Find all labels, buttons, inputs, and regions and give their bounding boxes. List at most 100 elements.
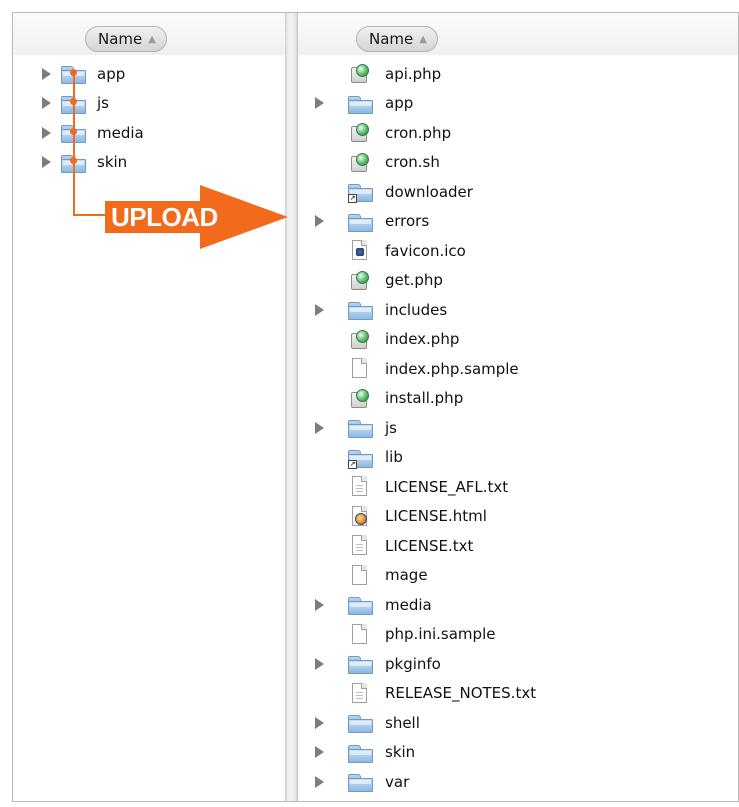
folder-icon — [347, 594, 373, 616]
file-name: media — [97, 123, 144, 142]
file-name: LICENSE_AFL.txt — [385, 477, 509, 496]
php-file-icon — [347, 152, 373, 174]
disclosure-triangle-icon[interactable] — [42, 156, 51, 169]
pane-divider[interactable] — [285, 13, 298, 801]
file-name: includes — [385, 300, 448, 319]
destination-pane: Name ▲ api.php app cron.php cron.sh ↗ downloa… — [298, 13, 738, 801]
column-header: Name ▲ — [298, 13, 738, 55]
file-row-license-txt[interactable]: LICENSE.txt — [298, 531, 738, 561]
sort-label: Name — [369, 30, 414, 48]
disclosure-triangle-icon[interactable] — [315, 716, 324, 729]
file-row-shell[interactable]: shell — [298, 708, 738, 738]
file-list: api.php app cron.php cron.sh ↗ downloader erro… — [298, 59, 738, 797]
file-name: LICENSE.html — [385, 507, 487, 526]
annotation-dot — [70, 98, 77, 105]
file-name: lib — [385, 448, 403, 467]
disclosure-triangle-icon[interactable] — [315, 598, 324, 611]
file-row-media[interactable]: media — [298, 590, 738, 620]
annotation-dot — [70, 128, 77, 135]
disclosure-triangle-icon[interactable] — [315, 215, 324, 228]
file-name: downloader — [385, 182, 473, 201]
disclosure-triangle-icon[interactable] — [315, 97, 324, 110]
file-row-release-notes-txt[interactable]: RELEASE_NOTES.txt — [298, 679, 738, 709]
text-file-icon — [347, 535, 373, 557]
file-row-mage[interactable]: mage — [298, 561, 738, 591]
file-name: get.php — [385, 271, 443, 290]
file-name: index.php.sample — [385, 359, 519, 378]
file-row-cron-sh[interactable]: cron.sh — [298, 148, 738, 178]
file-row-skin[interactable]: skin — [13, 148, 285, 178]
upload-label: UPLOAD — [111, 202, 218, 232]
file-row-js[interactable]: js — [13, 89, 285, 119]
file-row-index-php[interactable]: index.php — [298, 325, 738, 355]
folder-icon — [347, 653, 373, 675]
file-row-js[interactable]: js — [298, 413, 738, 443]
sort-ascending-icon: ▲ — [148, 33, 156, 45]
folder-icon — [347, 93, 373, 115]
php-file-icon — [347, 63, 373, 85]
disclosure-triangle-icon[interactable] — [42, 126, 51, 139]
file-name: favicon.ico — [385, 241, 466, 260]
annotation-connector-vertical — [73, 73, 75, 216]
file-row-downloader[interactable]: ↗ downloader — [298, 177, 738, 207]
file-name: app — [97, 64, 126, 83]
blank-file-icon — [347, 564, 373, 587]
disclosure-triangle-icon[interactable] — [42, 97, 51, 110]
file-name: skin — [97, 153, 128, 172]
file-row-license-afl-txt[interactable]: LICENSE_AFL.txt — [298, 472, 738, 502]
disclosure-triangle-icon[interactable] — [315, 775, 324, 788]
folder-alias-icon: ↗ — [347, 181, 373, 203]
source-pane: Name ▲ app js media skin — [13, 13, 285, 801]
file-row-media[interactable]: media — [13, 118, 285, 148]
file-row-app[interactable]: app — [298, 89, 738, 119]
folder-icon — [347, 712, 373, 734]
file-name: app — [385, 94, 414, 113]
php-file-icon — [347, 122, 373, 144]
php-file-icon — [347, 388, 373, 410]
file-row-includes[interactable]: includes — [298, 295, 738, 325]
disclosure-triangle-icon[interactable] — [315, 303, 324, 316]
folder-icon — [347, 771, 373, 793]
file-row-cron-php[interactable]: cron.php — [298, 118, 738, 148]
annotation-connector-horizontal — [73, 214, 109, 216]
folder-icon — [347, 211, 373, 233]
sort-ascending-icon: ▲ — [419, 33, 427, 45]
html-file-icon — [347, 505, 373, 528]
file-name: LICENSE.txt — [385, 536, 474, 555]
file-row-skin[interactable]: skin — [298, 738, 738, 768]
file-row-favicon-ico[interactable]: favicon.ico — [298, 236, 738, 266]
file-name: var — [385, 772, 410, 791]
file-name: js — [97, 94, 109, 113]
blank-file-icon — [347, 623, 373, 646]
disclosure-triangle-icon[interactable] — [315, 746, 324, 759]
file-row-app[interactable]: app — [13, 59, 285, 89]
text-file-icon — [347, 476, 373, 498]
file-row-get-php[interactable]: get.php — [298, 266, 738, 296]
folder-icon — [347, 742, 373, 764]
sort-by-name-button[interactable]: Name ▲ — [356, 26, 438, 52]
file-row-lib[interactable]: ↗ lib — [298, 443, 738, 473]
file-name: cron.sh — [385, 153, 440, 172]
folder-icon — [347, 417, 373, 439]
file-row-php-ini-sample[interactable]: php.ini.sample — [298, 620, 738, 650]
sort-by-name-button[interactable]: Name ▲ — [85, 26, 167, 52]
folder-alias-icon: ↗ — [347, 447, 373, 469]
file-row-errors[interactable]: errors — [298, 207, 738, 237]
file-row-var[interactable]: var — [298, 767, 738, 797]
file-row-install-php[interactable]: install.php — [298, 384, 738, 414]
file-name: errors — [385, 212, 430, 231]
file-row-license-html[interactable]: LICENSE.html — [298, 502, 738, 532]
sort-label: Name — [98, 30, 143, 48]
blank-file-icon — [347, 358, 373, 380]
file-list: app js media skin — [13, 59, 285, 177]
file-row-api-php[interactable]: api.php — [298, 59, 738, 89]
file-name: cron.php — [385, 123, 452, 142]
disclosure-triangle-icon[interactable] — [42, 67, 51, 80]
disclosure-triangle-icon[interactable] — [315, 421, 324, 434]
file-row-index-php-sample[interactable]: index.php.sample — [298, 354, 738, 384]
file-row-pkginfo[interactable]: pkginfo — [298, 649, 738, 679]
file-name: mage — [385, 566, 428, 585]
text-file-icon — [347, 682, 373, 705]
disclosure-triangle-icon[interactable] — [315, 657, 324, 670]
file-name: api.php — [385, 64, 442, 83]
